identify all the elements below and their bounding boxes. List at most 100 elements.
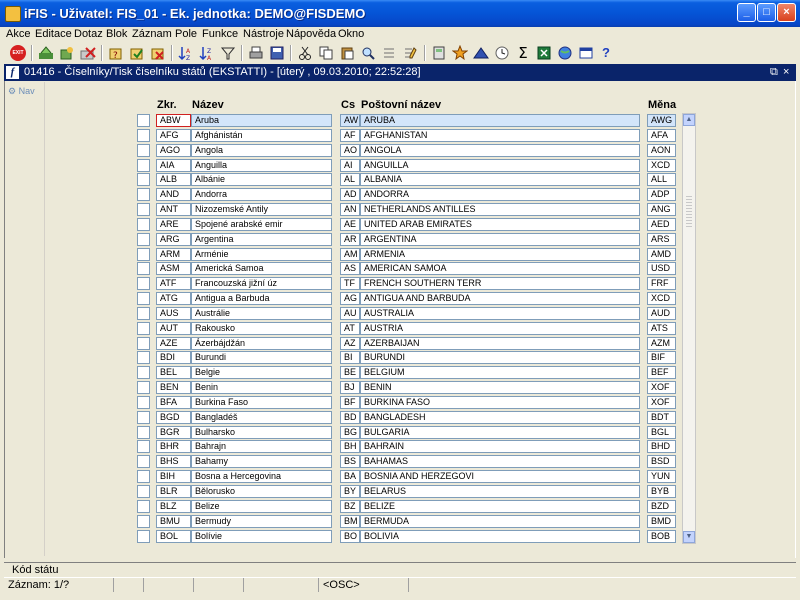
field-nazev[interactable]: Antigua a Barbuda <box>191 292 332 305</box>
field-mena[interactable]: BYB <box>647 485 676 498</box>
close-button[interactable]: × <box>777 3 796 22</box>
field-cs[interactable]: BM <box>340 515 360 528</box>
warning-icon[interactable] <box>473 45 489 61</box>
filter-icon[interactable] <box>220 45 236 61</box>
field-postovni-nazev[interactable]: FRENCH SOUTHERN TERR <box>360 277 640 290</box>
field-cs[interactable]: BS <box>340 455 360 468</box>
field-zkr[interactable]: ARE <box>156 218 191 231</box>
field-nazev[interactable]: Austrálie <box>191 307 332 320</box>
field-nazev[interactable]: Anguilla <box>191 159 332 172</box>
field-zkr[interactable]: BIH <box>156 470 191 483</box>
row-select-checkbox[interactable] <box>137 188 150 201</box>
menu-blok[interactable]: Blok <box>106 28 127 40</box>
exit-icon[interactable]: EXIT <box>10 45 26 61</box>
field-postovni-nazev[interactable]: BENIN <box>360 381 640 394</box>
row-select-checkbox[interactable] <box>137 203 150 216</box>
field-postovni-nazev[interactable]: UNITED ARAB EMIRATES <box>360 218 640 231</box>
field-mena[interactable]: BEF <box>647 366 676 379</box>
print-icon[interactable] <box>248 45 264 61</box>
field-cs[interactable]: BJ <box>340 381 360 394</box>
row-select-checkbox[interactable] <box>137 485 150 498</box>
field-nazev[interactable]: Aruba <box>191 114 332 127</box>
field-nazev[interactable]: Bosna a Hercegovina <box>191 470 332 483</box>
row-select-checkbox[interactable] <box>137 307 150 320</box>
row-select-checkbox[interactable] <box>137 500 150 513</box>
field-zkr[interactable]: BLZ <box>156 500 191 513</box>
cancel-query-icon[interactable] <box>150 45 166 61</box>
row-select-checkbox[interactable] <box>137 455 150 468</box>
field-cs[interactable]: TF <box>340 277 360 290</box>
field-nazev[interactable]: Rakousko <box>191 322 332 335</box>
field-mena[interactable]: ALL <box>647 173 676 186</box>
field-mena[interactable]: BSD <box>647 455 676 468</box>
field-postovni-nazev[interactable]: BAHRAIN <box>360 440 640 453</box>
field-postovni-nazev[interactable]: BERMUDA <box>360 515 640 528</box>
field-nazev[interactable]: Afghánistán <box>191 129 332 142</box>
search-icon[interactable] <box>360 45 376 61</box>
field-nazev[interactable]: Bělorusko <box>191 485 332 498</box>
maximize-button[interactable]: □ <box>757 3 776 22</box>
field-zkr[interactable]: BOL <box>156 530 191 543</box>
field-mena[interactable]: FRF <box>647 277 676 290</box>
field-mena[interactable]: BHD <box>647 440 676 453</box>
field-nazev[interactable]: Americká Samoa <box>191 262 332 275</box>
scroll-down-icon[interactable]: ▼ <box>683 531 695 543</box>
minimize-button[interactable]: _ <box>737 3 756 22</box>
field-postovni-nazev[interactable]: BULGARIA <box>360 426 640 439</box>
row-select-checkbox[interactable] <box>137 218 150 231</box>
field-postovni-nazev[interactable]: AFGHANISTAN <box>360 129 640 142</box>
calculator-icon[interactable] <box>431 45 447 61</box>
row-select-checkbox[interactable] <box>137 411 150 424</box>
field-cs[interactable]: AR <box>340 233 360 246</box>
field-postovni-nazev[interactable]: BANGLADESH <box>360 411 640 424</box>
field-zkr[interactable]: ABW <box>156 114 191 127</box>
field-mena[interactable]: XOF <box>647 396 676 409</box>
row-select-checkbox[interactable] <box>137 351 150 364</box>
field-zkr[interactable]: ALB <box>156 173 191 186</box>
field-nazev[interactable]: Nizozemské Antily <box>191 203 332 216</box>
form-restore-button[interactable]: ⧉ <box>770 66 778 79</box>
field-postovni-nazev[interactable]: BOLIVIA <box>360 530 640 543</box>
navigator-tab[interactable]: ⚙ Nav <box>8 86 35 97</box>
field-cs[interactable]: BZ <box>340 500 360 513</box>
menu-dotaz[interactable]: Dotaz <box>74 28 103 40</box>
field-zkr[interactable]: ASM <box>156 262 191 275</box>
field-cs[interactable]: AZ <box>340 337 360 350</box>
field-nazev[interactable]: Ázerbájdžán <box>191 337 332 350</box>
field-mena[interactable]: XCD <box>647 159 676 172</box>
field-mena[interactable]: BGL <box>647 426 676 439</box>
sort-descending-icon[interactable]: ZA <box>199 45 215 62</box>
list-values-icon[interactable] <box>381 45 397 61</box>
menu-editace[interactable]: Editace <box>35 28 72 40</box>
scroll-thumb[interactable] <box>686 194 692 228</box>
field-mena[interactable]: ADP <box>647 188 676 201</box>
execute-query-icon[interactable] <box>129 45 145 61</box>
field-postovni-nazev[interactable]: ARMENIA <box>360 248 640 261</box>
field-mena[interactable]: BZD <box>647 500 676 513</box>
field-mena[interactable]: AMD <box>647 248 676 261</box>
field-cs[interactable]: AL <box>340 173 360 186</box>
menu-funkce[interactable]: Funkce <box>202 28 238 40</box>
field-nazev[interactable]: Francouzská jižní úz <box>191 277 332 290</box>
duplicate-record-icon[interactable] <box>59 45 75 61</box>
field-zkr[interactable]: BDI <box>156 351 191 364</box>
field-cs[interactable]: AU <box>340 307 360 320</box>
row-select-checkbox[interactable] <box>137 173 150 186</box>
help-icon[interactable]: ? <box>598 45 614 61</box>
window-icon[interactable] <box>578 45 594 61</box>
sum-icon[interactable]: Σ <box>515 45 531 61</box>
field-postovni-nazev[interactable]: ANTIGUA AND BARBUDA <box>360 292 640 305</box>
field-postovni-nazev[interactable]: ARUBA <box>360 114 640 127</box>
field-postovni-nazev[interactable]: ANGOLA <box>360 144 640 157</box>
field-mena[interactable]: AON <box>647 144 676 157</box>
field-zkr[interactable]: AZE <box>156 337 191 350</box>
row-select-checkbox[interactable] <box>137 277 150 290</box>
field-mena[interactable]: XCD <box>647 292 676 305</box>
field-cs[interactable]: BF <box>340 396 360 409</box>
field-nazev[interactable]: Arménie <box>191 248 332 261</box>
delete-record-icon[interactable] <box>80 45 96 61</box>
row-select-checkbox[interactable] <box>137 233 150 246</box>
field-nazev[interactable]: Burkina Faso <box>191 396 332 409</box>
enter-query-icon[interactable]: ? <box>108 45 124 61</box>
field-zkr[interactable]: BGD <box>156 411 191 424</box>
